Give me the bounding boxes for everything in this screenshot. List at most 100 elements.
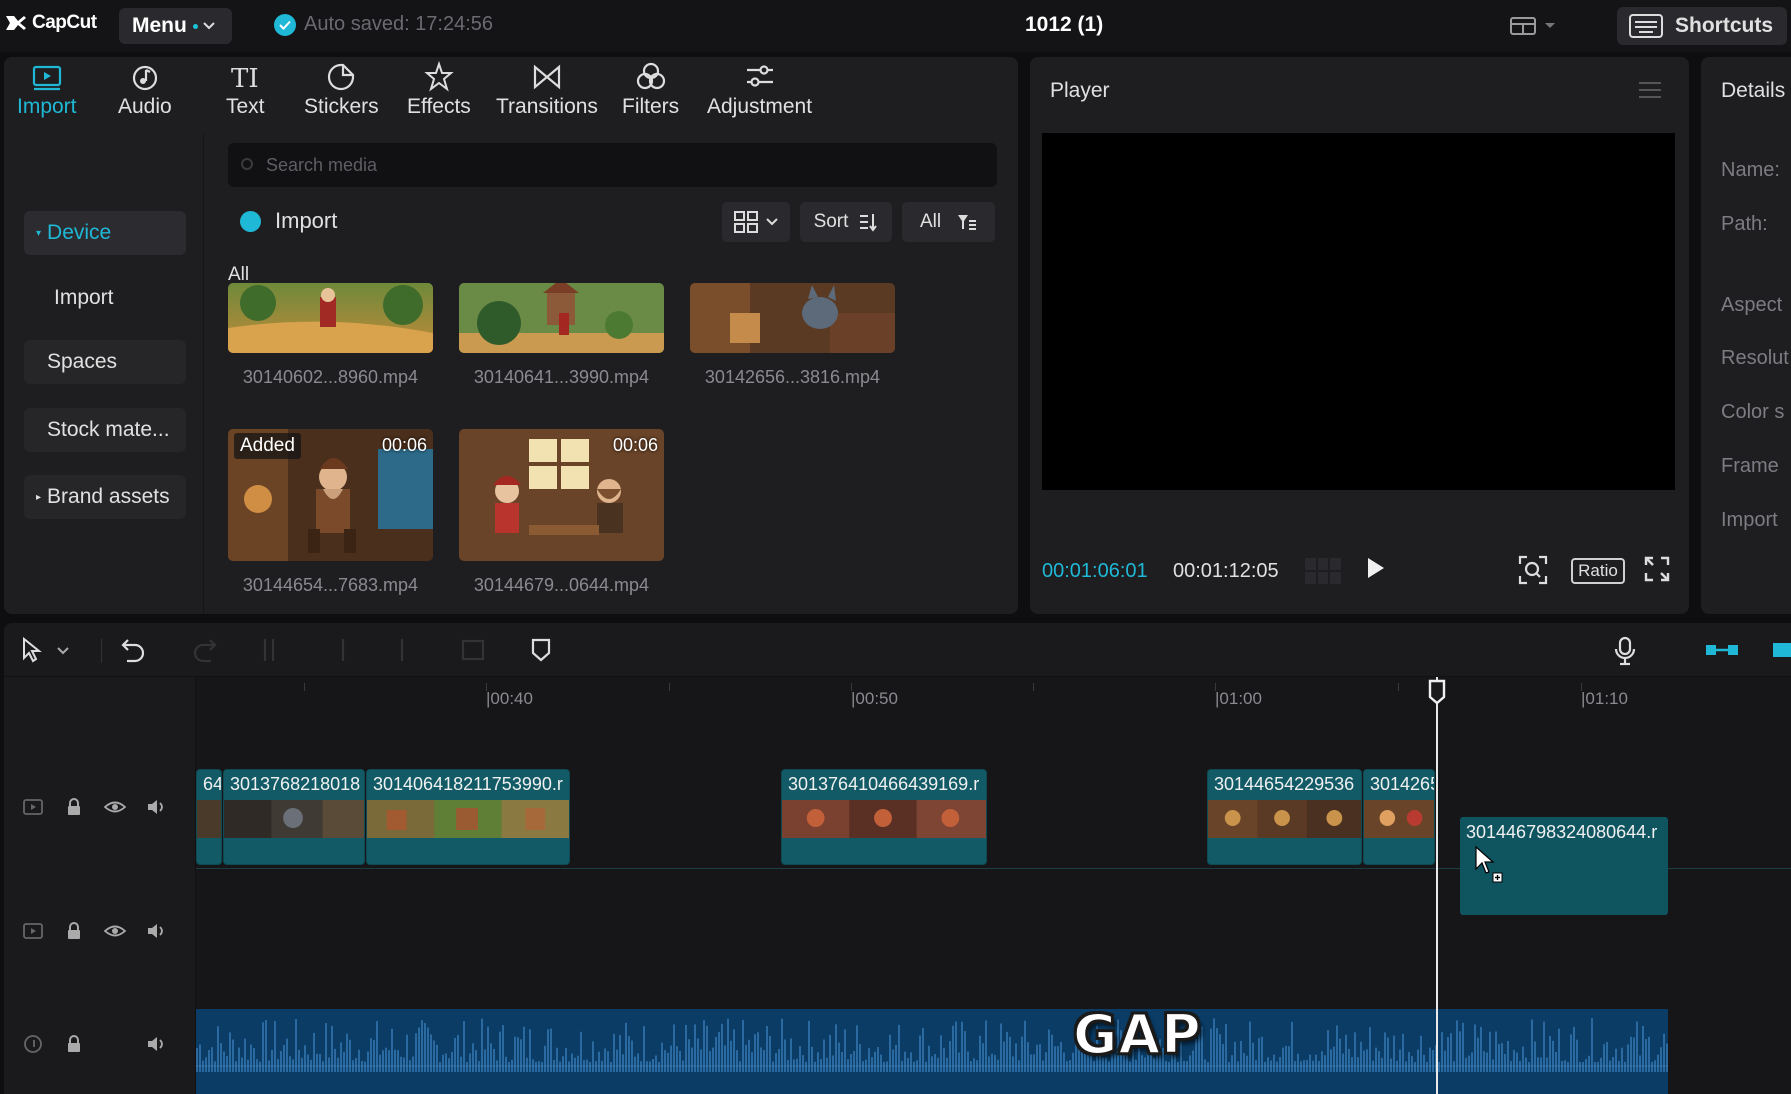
add-marker-button[interactable] (529, 636, 553, 669)
speaker-icon[interactable] (146, 797, 168, 817)
split-left-button[interactable] (338, 636, 348, 669)
tab-transitions[interactable]: Transitions (496, 61, 598, 119)
caret-down-icon: ▾ (36, 227, 42, 239)
mouse-cursor (1474, 845, 1504, 890)
speaker-icon[interactable] (146, 921, 168, 941)
cover-icon[interactable] (22, 797, 44, 817)
chevron-down-icon (1545, 23, 1555, 28)
audio-track-controls (22, 1034, 168, 1054)
player-viewport[interactable] (1042, 133, 1675, 490)
undo-button[interactable] (120, 636, 146, 669)
chevron-down-icon (766, 218, 778, 226)
play-icon (1368, 558, 1384, 578)
media-content: Search media Import Sort All All 3014060… (204, 133, 1018, 614)
player-menu-button[interactable] (1639, 81, 1661, 104)
timeline-clip[interactable]: 3014265 (1363, 769, 1435, 865)
media-item[interactable]: 30140602...8960.mp4 (228, 283, 433, 388)
autosave-text: Auto saved: 17:24:56 (304, 13, 494, 35)
undo-icon (121, 639, 145, 663)
speaker-icon[interactable] (146, 1034, 168, 1054)
sidebar-item-import[interactable]: Import (24, 276, 186, 320)
record-voiceover-button[interactable] (1613, 636, 1637, 671)
sidebar-item-device-label: Device (47, 221, 112, 244)
layout-icon (1510, 17, 1536, 35)
split-right-button[interactable] (397, 636, 407, 669)
ruler-label: |00:40 (486, 689, 533, 708)
sidebar-item-brand-assets[interactable]: ▸ Brand assets (24, 475, 186, 519)
media-side-nav: ▾ Device Import Spaces Stock mate... ▸ B… (4, 133, 204, 614)
media-panel: Import Audio TI Text Stickers Effects Tr… (4, 57, 1018, 614)
import-button[interactable]: Import (240, 208, 337, 234)
layout-button[interactable] (1510, 12, 1566, 40)
music-note-icon (24, 1035, 42, 1053)
split-button[interactable] (262, 636, 276, 669)
tab-stickers[interactable]: Stickers (304, 61, 379, 119)
timeline-tracks-area[interactable]: |00:40 |00:50 |01:00 |01:10 64 301376821… (196, 677, 1791, 1094)
tab-adjustment[interactable]: Adjustment (707, 61, 812, 119)
search-input[interactable]: Search media (228, 143, 997, 187)
tab-audio[interactable]: Audio (118, 61, 172, 119)
sort-button[interactable]: Sort (800, 202, 892, 242)
capcut-logo-icon (6, 16, 26, 30)
media-item[interactable]: 00:06 30144679...0644.mp4 (459, 429, 664, 596)
lock-icon[interactable] (64, 1034, 84, 1054)
lock-icon[interactable] (64, 921, 84, 941)
project-title[interactable]: 1012 (1) (1025, 13, 1103, 37)
clip-label: 3014265 (1370, 774, 1435, 794)
timeline-clip[interactable]: 30144654229536 (1207, 769, 1362, 865)
play-button[interactable] (1366, 556, 1386, 585)
delete-button[interactable] (460, 636, 486, 669)
split-left-icon (341, 639, 345, 661)
menu-button[interactable]: Menu (119, 8, 232, 44)
filter-button[interactable]: All (902, 202, 995, 242)
hamburger-icon (1639, 82, 1661, 98)
details-title: Details (1721, 79, 1786, 102)
timeline-clip[interactable]: 301406418211753990.r (366, 769, 570, 865)
main-track-magnet-button[interactable] (1704, 639, 1740, 666)
sidebar-item-device[interactable]: ▾ Device (24, 211, 186, 255)
playhead-marker-icon (1428, 679, 1446, 705)
media-item-name: 30142656...3816.mp4 (704, 367, 881, 387)
marker-icon (531, 638, 551, 662)
playhead-handle[interactable] (1428, 679, 1446, 710)
lock-icon[interactable] (64, 797, 84, 817)
audio-track[interactable] (196, 1009, 1668, 1094)
select-tool-button[interactable] (20, 636, 70, 669)
media-item[interactable]: 30142656...3816.mp4 (690, 283, 895, 388)
cover-icon[interactable] (22, 921, 44, 941)
video-track-1-controls (22, 797, 168, 817)
shortcuts-button[interactable]: Shortcuts (1617, 7, 1787, 45)
menu-notification-dot (192, 23, 198, 29)
fit-view-button[interactable] (1517, 554, 1549, 591)
tab-text[interactable]: TI Text (226, 61, 265, 119)
clip-label: 64 (203, 774, 222, 794)
eye-icon[interactable] (104, 921, 126, 941)
view-mode-button[interactable] (722, 202, 790, 242)
ratio-button[interactable]: Ratio (1571, 558, 1625, 584)
top-bar: CapCut Menu Auto saved: 17:24:56 1012 (1… (0, 0, 1791, 52)
timecode-grid-icon[interactable] (1305, 558, 1341, 589)
player-title: Player (1050, 79, 1110, 102)
timeline-clip[interactable]: 3013768218018 (223, 769, 365, 865)
ruler-tick (669, 683, 670, 691)
timeline-clip[interactable]: 301376410466439169.r (781, 769, 987, 865)
ruler-tick (1398, 683, 1399, 691)
search-icon (241, 158, 253, 170)
sidebar-item-spaces[interactable]: Spaces (24, 340, 186, 384)
app-logo: CapCut (4, 10, 97, 36)
timeline-toolbar (4, 623, 1791, 677)
tab-filters[interactable]: Filters (622, 61, 679, 119)
tab-import[interactable]: Import (17, 61, 77, 119)
keyboard-icon (1629, 14, 1663, 38)
sidebar-item-spaces-label: Spaces (47, 350, 118, 373)
auto-snap-button[interactable] (1769, 639, 1791, 666)
tab-effects[interactable]: Effects (407, 61, 471, 119)
media-item[interactable]: Added 00:06 30144654...7683.mp4 (228, 429, 433, 596)
eye-icon[interactable] (104, 797, 126, 817)
media-item[interactable]: 30140641...3990.mp4 (459, 283, 664, 388)
redo-button[interactable] (192, 636, 218, 669)
fullscreen-button[interactable] (1643, 555, 1671, 588)
timeline-clip[interactable]: 64 (196, 769, 222, 865)
sidebar-item-stock[interactable]: Stock mate... (24, 408, 186, 452)
transitions-icon (533, 64, 561, 90)
